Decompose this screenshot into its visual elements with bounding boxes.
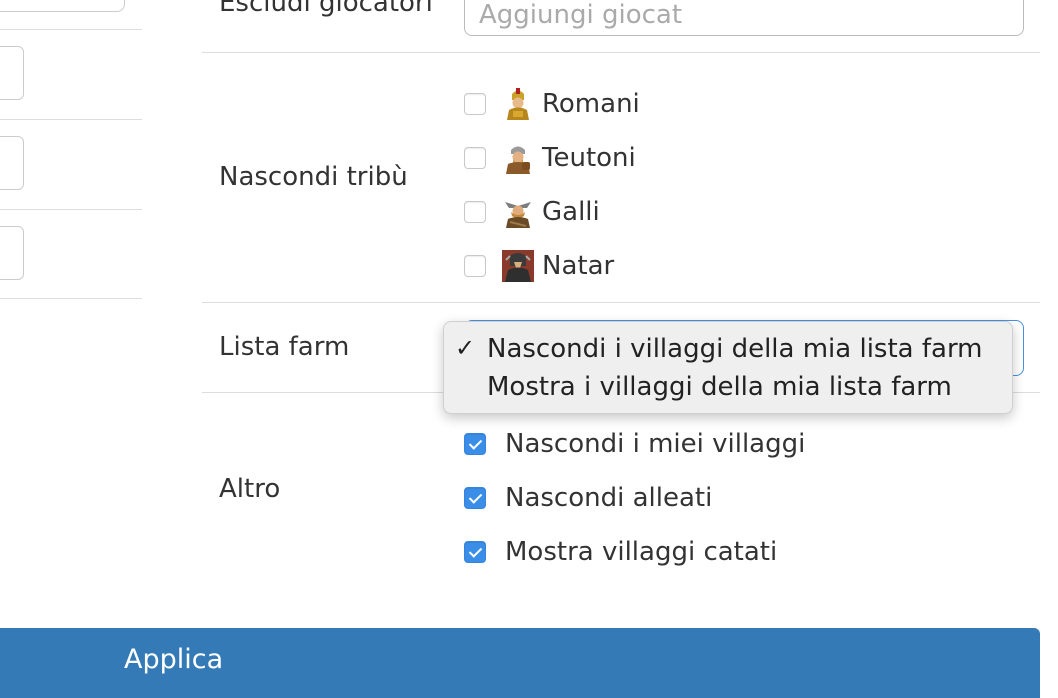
left-separator xyxy=(0,119,142,120)
left-separator xyxy=(0,29,142,30)
natar-label: Natar xyxy=(542,251,615,281)
row-separator xyxy=(202,52,1040,53)
natars-tribe-icon xyxy=(502,250,534,282)
other-option-show-captured-villages[interactable]: Mostra villaggi catati xyxy=(464,537,777,567)
left-top-field[interactable] xyxy=(0,0,125,12)
hide-allies-checkbox[interactable] xyxy=(464,487,486,509)
teutoni-checkbox[interactable] xyxy=(464,147,486,169)
left-separator xyxy=(0,298,142,299)
row-separator xyxy=(202,302,1040,303)
left-field[interactable] xyxy=(0,136,24,190)
other-option-hide-my-villages[interactable]: Nascondi i miei villaggi xyxy=(464,429,805,459)
checkmark-icon: ✓ xyxy=(455,334,476,362)
hide-my-villages-label: Nascondi i miei villaggi xyxy=(505,429,806,459)
exclude-players-input[interactable] xyxy=(464,0,1024,36)
hide-my-villages-checkbox[interactable] xyxy=(464,433,486,455)
other-option-hide-allies[interactable]: Nascondi alleati xyxy=(464,483,712,513)
show-captured-villages-label: Mostra villaggi catati xyxy=(505,537,778,567)
romans-tribe-icon xyxy=(507,88,529,120)
dropdown-option-show-farm-list[interactable]: Mostra i villaggi della mia lista farm xyxy=(444,366,1012,404)
tribe-option-natar[interactable]: Natar xyxy=(464,250,615,282)
natar-checkbox[interactable] xyxy=(464,255,486,277)
galli-label: Galli xyxy=(542,197,600,227)
left-field[interactable] xyxy=(0,46,24,100)
exclude-players-label: Escludi giocatori xyxy=(219,0,433,18)
show-captured-villages-checkbox[interactable] xyxy=(464,541,486,563)
left-filter-column xyxy=(0,0,142,300)
farm-list-dropdown-menu: ✓ Nascondi i villaggi della mia lista fa… xyxy=(443,321,1013,414)
romani-label: Romani xyxy=(542,89,640,119)
hide-allies-label: Nascondi alleati xyxy=(505,483,713,513)
option-label: Nascondi i villaggi della mia lista farm xyxy=(487,334,983,364)
dropdown-option-hide-farm-list[interactable]: ✓ Nascondi i villaggi della mia lista fa… xyxy=(444,328,1012,366)
farm-list-label: Lista farm xyxy=(219,332,350,362)
teutons-tribe-icon xyxy=(506,146,530,174)
hide-tribes-label: Nascondi tribù xyxy=(219,162,408,192)
romani-checkbox[interactable] xyxy=(464,93,486,115)
option-label: Mostra i villaggi della mia lista farm xyxy=(487,372,952,402)
left-field[interactable] xyxy=(0,226,24,280)
tribe-option-teutoni[interactable]: Teutoni xyxy=(464,143,636,174)
other-label: Altro xyxy=(219,474,281,504)
galli-checkbox[interactable] xyxy=(464,201,486,223)
tribe-option-romani[interactable]: Romani xyxy=(464,88,640,120)
apply-button-label: Applica xyxy=(124,644,224,675)
left-separator xyxy=(0,209,142,210)
gauls-tribe-icon xyxy=(505,202,531,228)
tribe-option-galli[interactable]: Galli xyxy=(464,197,600,228)
teutoni-label: Teutoni xyxy=(542,143,636,173)
